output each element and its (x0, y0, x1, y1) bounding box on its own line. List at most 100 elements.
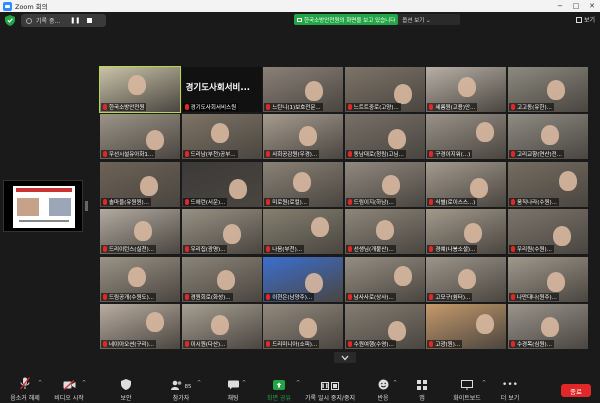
participant-tile[interactable]: 우선시설유아화1... (100, 114, 180, 160)
participants-icon (170, 380, 181, 390)
mic-muted-icon (347, 341, 352, 347)
view-options-label: 옵션 보기 (402, 17, 425, 24)
participant-tile[interactable]: 식별(로이스스...) (426, 161, 507, 207)
participant-tile[interactable]: 사회공감원(우경)... (263, 114, 344, 160)
participant-name: 나음(부천)... (272, 247, 302, 254)
end-meeting-button[interactable]: 종료 (561, 384, 591, 397)
close-window-button[interactable]: ✕ (584, 0, 600, 12)
participant-tile[interactable]: 드에런(서운)... (181, 161, 262, 207)
participant-name: 고리교향(연산)전... (517, 152, 562, 159)
pause-recording-icon[interactable]: ❚❚ (70, 17, 80, 24)
participant-tile[interactable]: 드림공개(수원도)... (100, 256, 180, 302)
participant-name-tag: 남사사로(상사)... (345, 292, 396, 301)
whiteboard-button[interactable]: 화이트보드 ^ (452, 375, 486, 403)
next-page-button[interactable] (334, 352, 356, 363)
participant-tile[interactable]: 우리원(수원)... (508, 209, 588, 255)
caret-up-icon[interactable]: ^ (82, 380, 86, 386)
apps-icon (417, 380, 427, 390)
caret-up-icon[interactable]: ^ (38, 380, 42, 386)
stop-recording-icon[interactable] (87, 18, 93, 23)
participant-tile[interactable]: 고광(원)... (426, 304, 507, 349)
participant-name-tag: 우선시설유아화1... (101, 150, 156, 159)
participant-tile[interactable]: 수원여행(수영)... (344, 304, 425, 349)
participant-tile[interactable]: 느탄니(1)보호전문... (263, 67, 344, 112)
caret-up-icon[interactable]: ^ (482, 380, 486, 386)
participant-tile[interactable]: 이시원(다산)... (181, 304, 262, 349)
recording-controls-button[interactable]: ❚❚ 기록 일시 중지/중지 (303, 375, 357, 403)
participant-tile[interactable]: 드림이지(하남)... (344, 161, 425, 207)
participant-tile[interactable]: 우리집(광명)... (181, 209, 262, 255)
participant-tile[interactable]: 나음(부천)... (263, 209, 344, 255)
participant-tile[interactable]: 나만대나(원주)... (508, 256, 588, 302)
participant-name-tag: 드리남(부천)공부... (182, 150, 238, 159)
participant-tile[interactable]: 동남대로(청림)고님... (344, 114, 425, 160)
more-button[interactable]: ••• 더 보기 (501, 375, 519, 403)
participant-tile[interactable]: 고고동(유한)... (508, 67, 588, 112)
maximize-button[interactable]: □ (568, 0, 584, 12)
participant-tile[interactable]: 세롬원(고용)안... (426, 67, 507, 112)
start-video-button[interactable]: 비디오 시작 ^ (52, 375, 86, 403)
apps-button[interactable]: 앱 (415, 375, 429, 403)
participant-name: 네이아오션(구리)... (109, 342, 154, 348)
share-screen-button[interactable]: 화면 공유 ^ (264, 375, 300, 403)
participant-tile[interactable]: 한국소방안전원 (99, 66, 181, 113)
participant-tile[interactable]: 미로원(로컬)... (263, 161, 344, 207)
shield-icon[interactable] (5, 15, 15, 26)
participant-tile[interactable]: 고모구(쉼터)... (426, 256, 507, 302)
video-off-icon (63, 380, 75, 390)
participant-name-tag: 드에런(서운)... (182, 197, 228, 206)
participant-tile[interactable]: 네이아오션(구리)... (100, 304, 180, 349)
reactions-label: 반응 (377, 395, 389, 402)
start-video-label: 비디오 시작 (54, 395, 84, 402)
caret-up-icon[interactable]: ^ (197, 380, 201, 386)
participant-face (387, 129, 406, 150)
view-button[interactable]: 보기 (575, 15, 595, 24)
participant-face (547, 271, 565, 292)
unmute-button[interactable]: 음소거 해제 ^ (8, 375, 42, 403)
participants-button[interactable]: 85 참가자 ^ (166, 375, 201, 403)
participant-face (375, 220, 394, 241)
participant-tile[interactable]: 드리남(부천)공부... (181, 114, 262, 160)
participant-tile[interactable]: 움직나라(수원)... (508, 161, 588, 207)
share-screen-label: 화면 공유 (267, 395, 291, 402)
caret-up-icon[interactable]: ^ (296, 380, 300, 386)
recording-indicator: 기록 중... ❚❚ (21, 14, 106, 27)
participant-tile[interactable]: 구경이지워(...) (426, 114, 507, 160)
share-status-text: 한국소방안전원의 화면을 보고 있습니다 (304, 17, 396, 24)
share-screen-icon (273, 380, 285, 390)
participant-name: 수경목(심원)... (517, 342, 552, 348)
reactions-button[interactable]: 반응 ^ (374, 375, 397, 403)
mic-muted-icon (511, 293, 515, 300)
view-options-button[interactable]: 옵션 보기 ⌄ (402, 16, 430, 24)
participant-tile[interactable]: 남사사로(상사)... (344, 256, 425, 302)
participant-tile[interactable]: 드리이턴스(실천)... (100, 209, 180, 255)
participant-tile[interactable]: 느트트중로(고양)... (344, 67, 425, 112)
participant-tile[interactable]: 경원회로(화성)... (181, 256, 262, 302)
participant-tile[interactable]: 고리교향(연산)전... (508, 114, 588, 160)
mic-muted-icon (184, 341, 189, 347)
caret-up-icon[interactable]: ^ (393, 380, 397, 386)
participant-tile[interactable]: 경기도사회서비... 경기도사회서비스원 (181, 67, 262, 112)
security-button[interactable]: 보안 (117, 375, 135, 403)
participant-tile[interactable]: 이현은(남양주)... (263, 256, 344, 302)
participant-tile[interactable]: 경예(나봉소셜)... (426, 209, 507, 255)
chat-icon (227, 380, 239, 390)
participant-tile[interactable]: 솔마을(유원원)... (100, 161, 180, 207)
chat-button[interactable]: 채팅 ^ (224, 375, 246, 403)
resize-handle[interactable] (85, 201, 88, 211)
participant-name: 동남대로(청림)고님... (353, 152, 404, 159)
minimize-button[interactable]: − (552, 0, 568, 12)
participant-name-tag: 사회공감원(우경)... (264, 150, 320, 159)
participant-face (458, 77, 477, 97)
mic-muted-icon (266, 151, 271, 158)
participant-name: 미로원(로컬)... (272, 199, 308, 206)
caret-up-icon[interactable]: ^ (242, 380, 246, 386)
mic-muted-icon (511, 246, 515, 253)
shared-screen-thumbnail[interactable] (3, 180, 88, 232)
participant-face (541, 125, 559, 146)
participant-tile[interactable]: 드리미니아(소피)... (263, 304, 344, 349)
participant-tile[interactable]: 선생님(개불산)... (344, 209, 425, 255)
participant-tile[interactable]: 수경목(심원)... (508, 304, 588, 349)
participant-face (464, 223, 483, 244)
whiteboard-label: 화이트보드 (453, 395, 481, 402)
